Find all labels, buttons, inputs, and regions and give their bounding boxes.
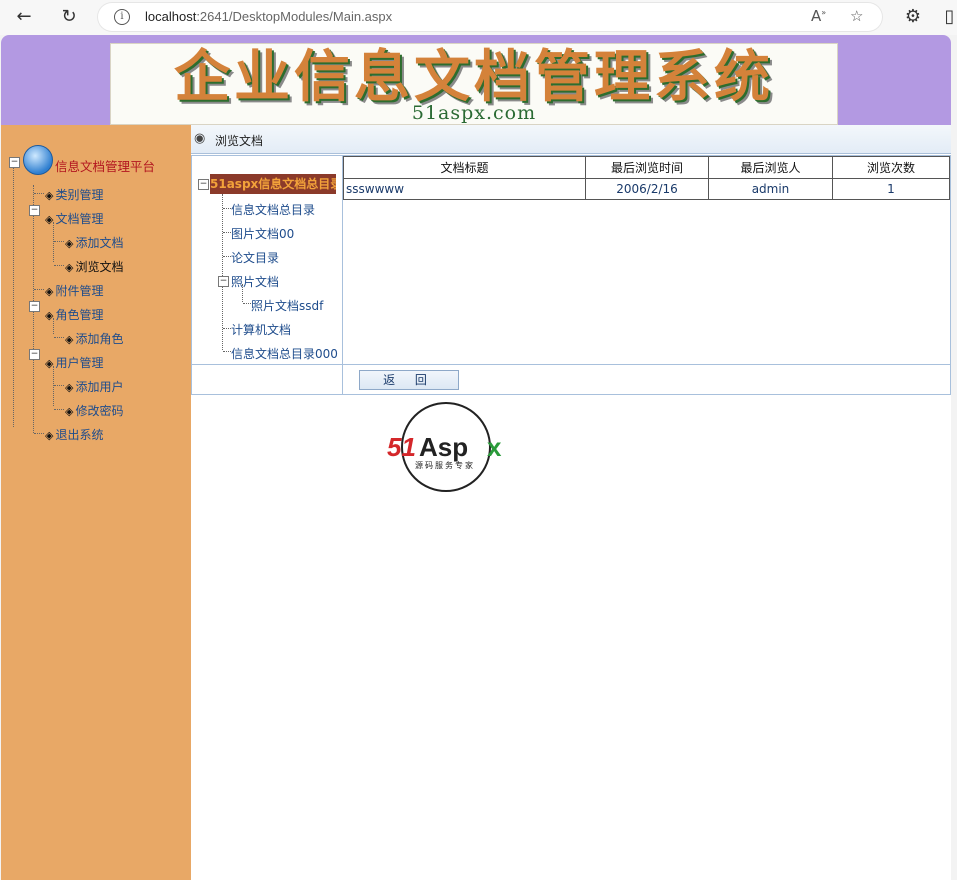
logo-text-51: 51 [387, 432, 416, 462]
refresh-icon[interactable]: ↻ [57, 6, 81, 28]
column-header[interactable]: 最后浏览人 [708, 156, 833, 179]
collapse-icon[interactable]: − [29, 349, 40, 360]
tree-connector [223, 208, 231, 209]
scrollbar[interactable] [951, 35, 957, 880]
tree-connector [54, 385, 64, 386]
collapse-icon[interactable]: − [29, 205, 40, 216]
site-info-icon[interactable]: i [114, 9, 130, 25]
table-header-row: 文档标题 最后浏览时间 最后浏览人 浏览次数 [343, 156, 950, 179]
logo-tagline: 源码服务专家 [415, 461, 475, 470]
column-header[interactable]: 文档标题 [343, 156, 586, 179]
browse-frame: − 51aspx信息文档总目录 − 信息文档总目录 图片文档00 论文目录 照片… [191, 155, 951, 395]
doc-tree-item[interactable]: 计算机文档 [231, 321, 291, 338]
tree-connector [223, 232, 231, 233]
sidebar-item-browse-document[interactable]: ◈ 浏览文档 [65, 258, 123, 275]
brand-logo: 51 Asp x 源码服务专家 [387, 402, 511, 494]
table-cell: 2006/2/16 [585, 178, 709, 200]
site-logo: 企业信息文档管理系统 51aspx.com [110, 43, 838, 125]
header-banner: 企业信息文档管理系统 51aspx.com [1, 35, 951, 125]
tree-connector [223, 256, 231, 257]
back-arrow-icon[interactable]: ← [12, 6, 36, 28]
doc-tree-root[interactable]: 51aspx信息文档总目录 [210, 174, 336, 194]
logo-subtitle: 51aspx.com [411, 102, 537, 124]
tree-connector [13, 167, 14, 427]
diamond-bullet-icon: ◈ [45, 189, 54, 202]
sidebar: − 信息文档管理平台 ◈ 类别管理 − ◈ 文档管理 ◈ 添加文档 ◈ 浏览文档 ◈ 附件… [1, 125, 191, 880]
diamond-bullet-icon: ◈ [65, 261, 74, 274]
sidebar-item-attachment-manage[interactable]: ◈ 附件管理 [45, 282, 103, 299]
page: 企业信息文档管理系统 51aspx.com − 信息文档管理平台 ◈ 类别管理 −… [1, 35, 951, 880]
sidebar-item-add-user[interactable]: ◈ 添加用户 [65, 378, 123, 395]
tree-connector [53, 366, 54, 406]
sidebar-item-user-manage[interactable]: ◈ 用户管理 [45, 354, 103, 371]
content-titlebar: ◉ 浏览文档 [191, 125, 951, 154]
logo-text-asp: Asp [419, 432, 469, 462]
diamond-bullet-icon: ◈ [65, 333, 74, 346]
tree-connector [34, 433, 44, 434]
url-text[interactable]: localhost:2641/DesktopModules/Main.aspx [145, 9, 392, 24]
tree-connector [54, 241, 64, 242]
tree-connector [54, 265, 64, 266]
back-button[interactable]: 返 回 [359, 370, 459, 390]
diamond-bullet-icon: ◈ [45, 309, 54, 322]
sidebar-item-category-manage[interactable]: ◈ 类别管理 [45, 186, 103, 203]
tree-connector [54, 337, 64, 338]
divider [342, 365, 343, 395]
tree-connector [223, 328, 231, 329]
doc-tree-item[interactable]: 信息文档总目录 [231, 201, 315, 218]
read-aloud-icon[interactable]: A» [811, 7, 826, 25]
puzzle-icon[interactable]: ⚙ [901, 6, 925, 28]
column-header[interactable]: 浏览次数 [832, 156, 950, 179]
tree-connector [34, 289, 44, 290]
table-cell: admin [708, 178, 833, 200]
doc-tree-item[interactable]: 照片文档ssdf [251, 297, 323, 314]
eye-icon: ◉ [194, 131, 206, 146]
diamond-bullet-icon: ◈ [45, 213, 54, 226]
browser-toolbar: ← ↻ i localhost:2641/DesktopModules/Main… [0, 0, 957, 35]
doc-tree-item[interactable]: 论文目录 [231, 249, 279, 266]
tree-connector [54, 409, 64, 410]
sidebar-item-change-password[interactable]: ◈ 修改密码 [65, 402, 123, 419]
tree-connector [223, 351, 231, 352]
collapse-icon[interactable]: − [218, 276, 229, 287]
diamond-bullet-icon: ◈ [65, 237, 74, 250]
logo-title: 企业信息文档管理系统 [174, 44, 774, 110]
collapse-icon[interactable]: − [29, 301, 40, 312]
doc-tree-item[interactable]: 图片文档00 [231, 225, 294, 242]
tree-connector [243, 303, 251, 304]
main-content: ◉ 浏览文档 − 51aspx信息文档总目录 − 信息文档总目录 图片文档00 … [191, 125, 951, 880]
diamond-bullet-icon: ◈ [45, 357, 54, 370]
diamond-bullet-icon: ◈ [45, 429, 54, 442]
diamond-bullet-icon: ◈ [45, 285, 54, 298]
tree-connector [53, 222, 54, 262]
sidebar-item-logout[interactable]: ◈ 退出系统 [45, 426, 103, 443]
tree-connector [34, 193, 44, 194]
sidebar-item-document-manage[interactable]: ◈ 文档管理 [45, 210, 103, 227]
document-table: 文档标题 最后浏览时间 最后浏览人 浏览次数 ssswwww 2006/2/16… [343, 156, 950, 200]
network-globe-icon [23, 145, 53, 175]
doc-tree-item[interactable]: 照片文档 [231, 273, 279, 290]
table-cell[interactable]: ssswwww [343, 178, 586, 200]
sidebar-root[interactable]: 信息文档管理平台 [55, 156, 155, 175]
sidebar-item-add-role[interactable]: ◈ 添加角色 [65, 330, 123, 347]
column-header[interactable]: 最后浏览时间 [585, 156, 709, 179]
star-icon[interactable]: ☆ [850, 7, 863, 25]
table-row[interactable]: ssswwww 2006/2/16 admin 1 [343, 178, 950, 200]
diamond-bullet-icon: ◈ [65, 381, 74, 394]
collapse-icon[interactable]: − [9, 157, 20, 168]
page-title: 浏览文档 [215, 134, 264, 148]
tree-connector [222, 194, 223, 350]
diamond-bullet-icon: ◈ [65, 405, 74, 418]
sidebar-item-role-manage[interactable]: ◈ 角色管理 [45, 306, 103, 323]
split-screen-icon[interactable]: ▯ [942, 6, 957, 28]
collapse-icon[interactable]: − [198, 179, 209, 190]
address-bar[interactable]: i localhost:2641/DesktopModules/Main.asp… [97, 2, 883, 32]
table-cell: 1 [832, 178, 950, 200]
doc-tree: − 51aspx信息文档总目录 − 信息文档总目录 图片文档00 论文目录 照片… [192, 156, 343, 364]
logo-text-x: x [487, 432, 502, 462]
doc-tree-item[interactable]: 信息文档总目录000 [231, 345, 338, 362]
action-row: 返 回 [192, 364, 950, 395]
sidebar-item-add-document[interactable]: ◈ 添加文档 [65, 234, 123, 251]
